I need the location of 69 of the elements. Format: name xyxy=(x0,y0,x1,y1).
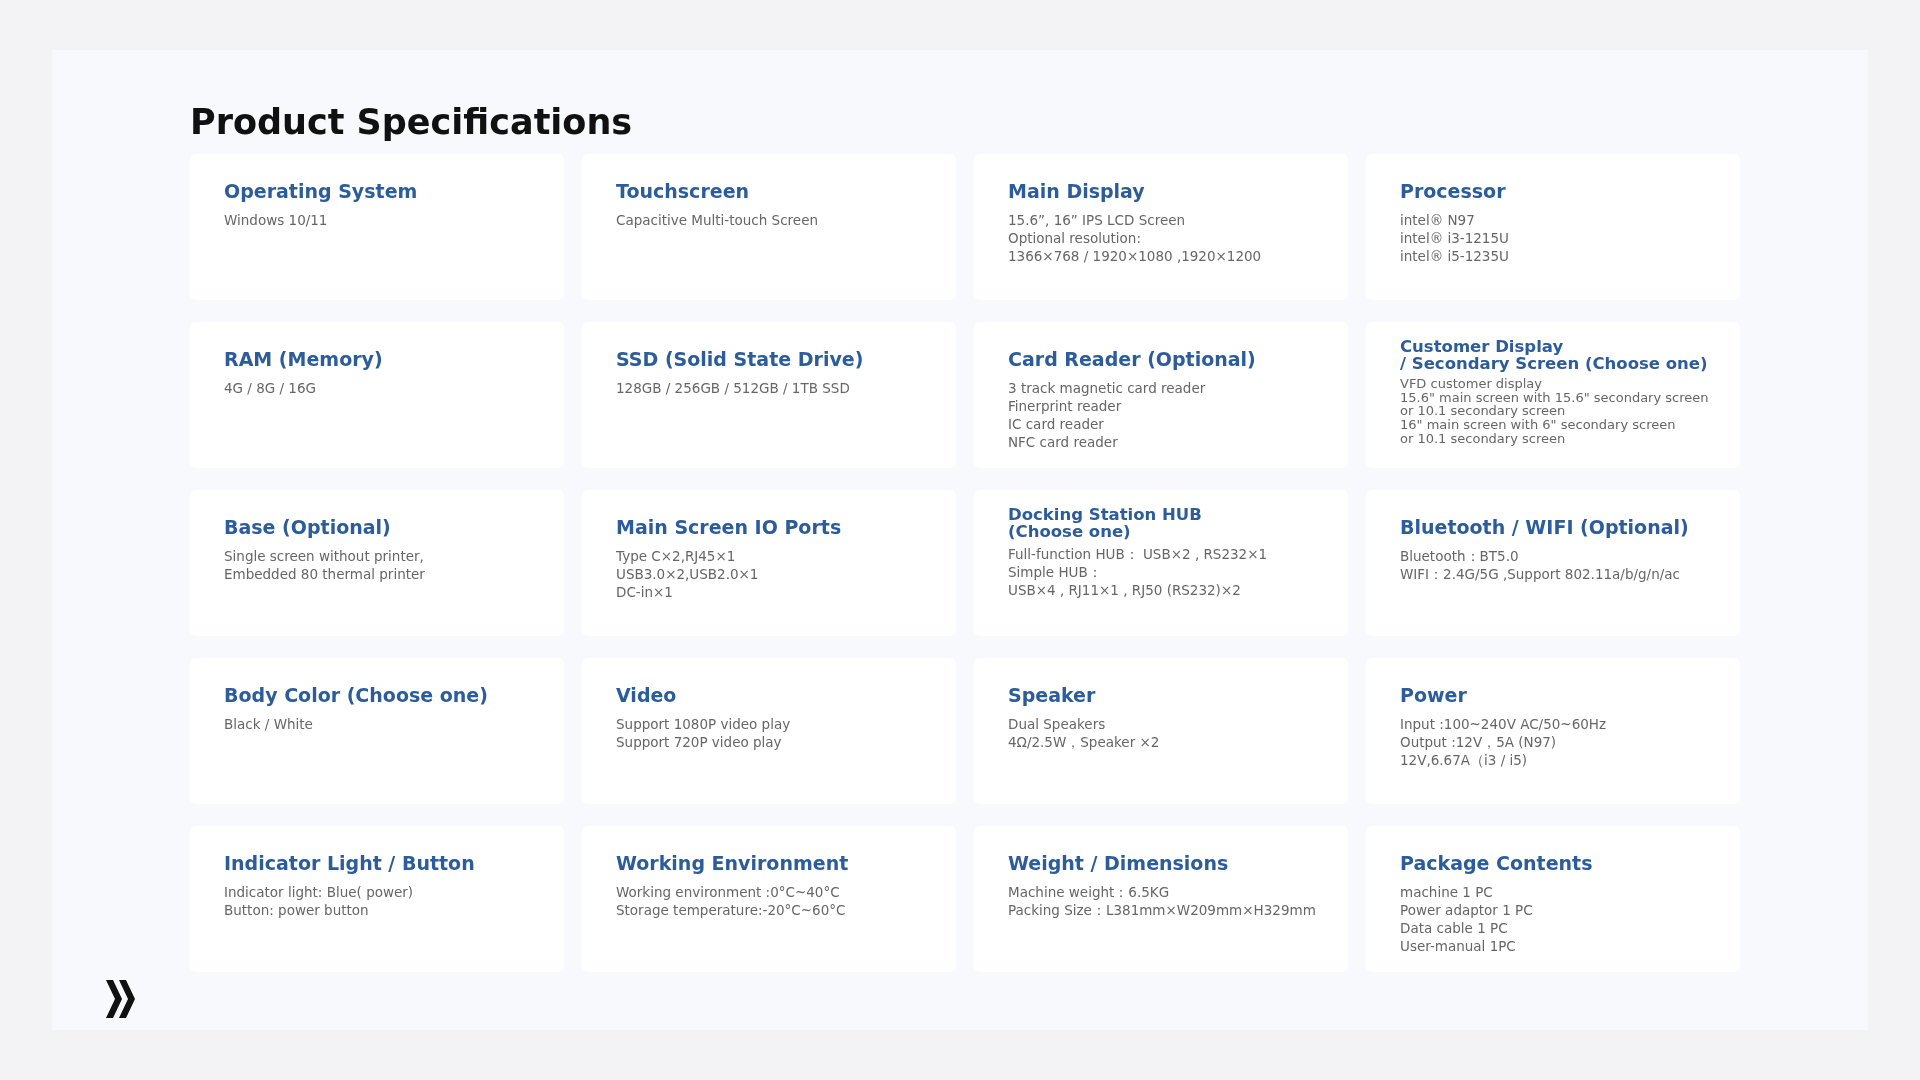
spec-value: Packing Size：L381mm×W209mm×H329mm xyxy=(1008,901,1316,920)
spec-value: Finerprint reader xyxy=(1008,397,1122,416)
spec-heading: Processor xyxy=(1400,180,1506,203)
spec-value: intel® N97 xyxy=(1400,210,1475,229)
spec-value: 12V,6.67A（i3 / i5) xyxy=(1400,751,1528,770)
spec-heading: Speaker xyxy=(1008,684,1096,707)
spec-value: NFC card reader xyxy=(1008,433,1118,452)
spec-heading: Indicator Light / Button xyxy=(224,852,475,875)
page-title: Product Specifications xyxy=(190,102,633,142)
spec-value: Dual Speakers xyxy=(1008,714,1106,733)
double-chevron-logo-icon xyxy=(106,980,136,1018)
spec-value: 15.6" main screen with 15.6" secondary screen xyxy=(1400,390,1709,405)
spec-value: Black / White xyxy=(224,714,313,733)
spec-heading: Touchscreen xyxy=(616,180,750,203)
spec-value: Data cable 1 PC xyxy=(1400,919,1508,938)
spec-value: 4Ω/2.5W，Speaker ×2 xyxy=(1008,733,1160,752)
spec-value: Input :100~240V AC/50~60Hz xyxy=(1400,714,1607,733)
spec-value: WIFI：2.4G/5G ,Support 802.11a/b/g/n/ac xyxy=(1400,565,1680,584)
spec-heading: Power xyxy=(1400,684,1467,707)
spec-value: or 10.1 secondary screen xyxy=(1400,404,1566,419)
spec-value: USB3.0×2,USB2.0×1 xyxy=(616,565,759,584)
spec-value: 1366×768 / 1920×1080 ,1920×1200 xyxy=(1008,247,1262,266)
spec-heading: Main Screen IO Ports xyxy=(616,516,842,539)
spec-value: VFD customer display xyxy=(1400,376,1543,391)
spec-heading: Body Color (Choose one) xyxy=(224,684,488,707)
spec-value: Full-function HUB： USB×2 , RS232×1 xyxy=(1008,544,1268,563)
spec-value: Windows 10/11 xyxy=(224,210,328,229)
spec-value: Type C×2,RJ45×1 xyxy=(616,546,736,565)
spec-value: Embedded 80 thermal printer xyxy=(224,565,425,584)
spec-value: USB×4 , RJ11×1 , RJ50 (RS232)×2 xyxy=(1008,581,1241,600)
spec-value: IC card reader xyxy=(1008,415,1104,434)
spec-heading: Weight / Dimensions xyxy=(1008,852,1229,875)
spec-value: Single screen without printer, xyxy=(224,546,424,565)
spec-heading: Customer Display / Secondary Screen (Choose one) xyxy=(1400,338,1708,373)
spec-value: Simple HUB： xyxy=(1008,562,1102,582)
spec-value: intel® i3-1215U xyxy=(1400,229,1509,248)
spec-value: Support 720P video play xyxy=(616,733,782,752)
spec-value: Support 1080P video play xyxy=(616,714,791,733)
spec-value: Bluetooth：BT5.0 xyxy=(1400,546,1519,565)
spec-value: Indicator light: Blue( power) xyxy=(224,882,414,901)
spec-value: machine 1 PC xyxy=(1400,882,1493,901)
spec-value: Capacitive Multi-touch Screen xyxy=(616,210,818,229)
spec-value: Output :12V，5A (N97) xyxy=(1400,733,1557,752)
spec-value: Power adaptor 1 PC xyxy=(1400,901,1533,920)
spec-value: 16" main screen with 6" secondary screen xyxy=(1400,418,1676,433)
spec-value: intel® i5-1235U xyxy=(1400,247,1509,266)
spec-value: Machine weight：6.5KG xyxy=(1008,882,1170,901)
spec-value: 4G / 8G / 16G xyxy=(224,378,316,397)
spec-value: 3 track magnetic card reader xyxy=(1008,378,1206,397)
spec-value: Button: power button xyxy=(224,901,369,920)
spec-heading: SSD (Solid State Drive) xyxy=(616,348,864,371)
spec-heading: Card Reader (Optional) xyxy=(1008,348,1256,371)
spec-value: Storage temperature:-20°C~60°C xyxy=(616,901,846,920)
spec-heading: Package Contents xyxy=(1400,852,1593,875)
spec-heading: Working Environment xyxy=(616,852,849,875)
spec-value: Working environment :0°C~40°C xyxy=(616,882,840,901)
spec-heading: Bluetooth / WIFI (Optional) xyxy=(1400,516,1689,539)
spec-heading: Operating System xyxy=(224,180,418,203)
spec-value: Optional resolution: xyxy=(1008,229,1141,248)
spec-heading: Video xyxy=(616,684,677,707)
spec-value: or 10.1 secondary screen xyxy=(1400,432,1566,447)
spec-value: 128GB / 256GB / 512GB / 1TB SSD xyxy=(616,378,850,397)
spec-value: User-manual 1PC xyxy=(1400,937,1516,956)
spec-heading: Base (Optional) xyxy=(224,516,391,539)
spec-heading: Main Display xyxy=(1008,180,1145,203)
spec-heading: RAM (Memory) xyxy=(224,348,383,371)
spec-value: DC-in×1 xyxy=(616,583,673,602)
spec-heading: Docking Station HUB (Choose one) xyxy=(1008,506,1202,541)
spec-value: 15.6”, 16” IPS LCD Screen xyxy=(1008,210,1186,229)
